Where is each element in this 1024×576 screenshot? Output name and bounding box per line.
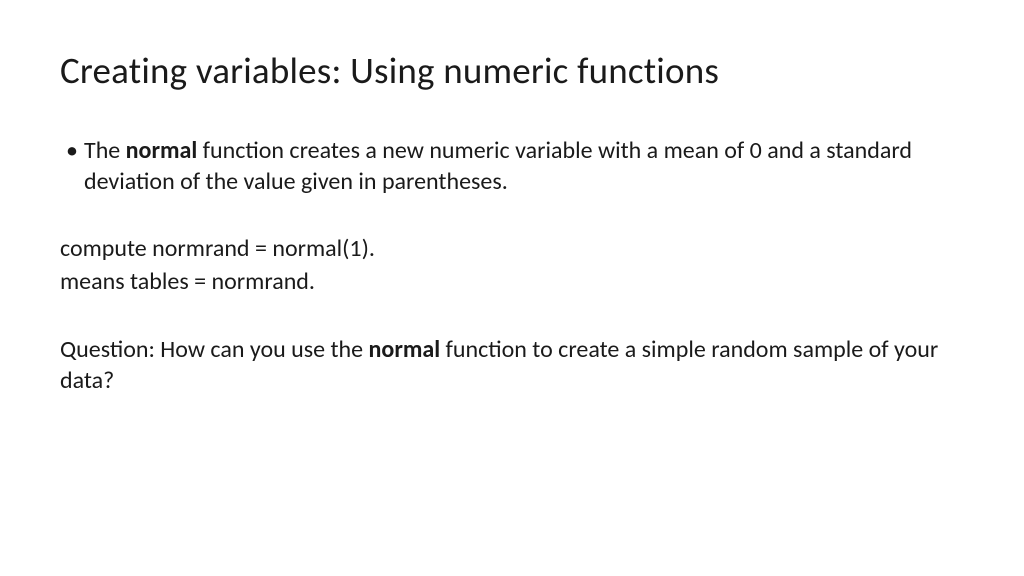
- bullet-item: The normal function creates a new numeri…: [60, 135, 964, 197]
- bullet-list: The normal function creates a new numeri…: [60, 135, 964, 197]
- slide-title: Creating variables: Using numeric functi…: [60, 48, 964, 93]
- bullet-text-part2: function creates a new numeric variable …: [84, 136, 912, 196]
- code-block: compute normrand = normal(1). means tabl…: [60, 233, 964, 298]
- question-block: Question: How can you use the normal fun…: [60, 334, 964, 396]
- code-line: compute normrand = normal(1).: [60, 233, 964, 265]
- bullet-text-bold: normal: [126, 136, 198, 165]
- question-text-part1: Question: How can you use the: [60, 335, 369, 364]
- question-text-bold: normal: [369, 335, 441, 364]
- bullet-text-part1: The: [84, 136, 126, 165]
- code-line: means tables = normrand.: [60, 266, 964, 298]
